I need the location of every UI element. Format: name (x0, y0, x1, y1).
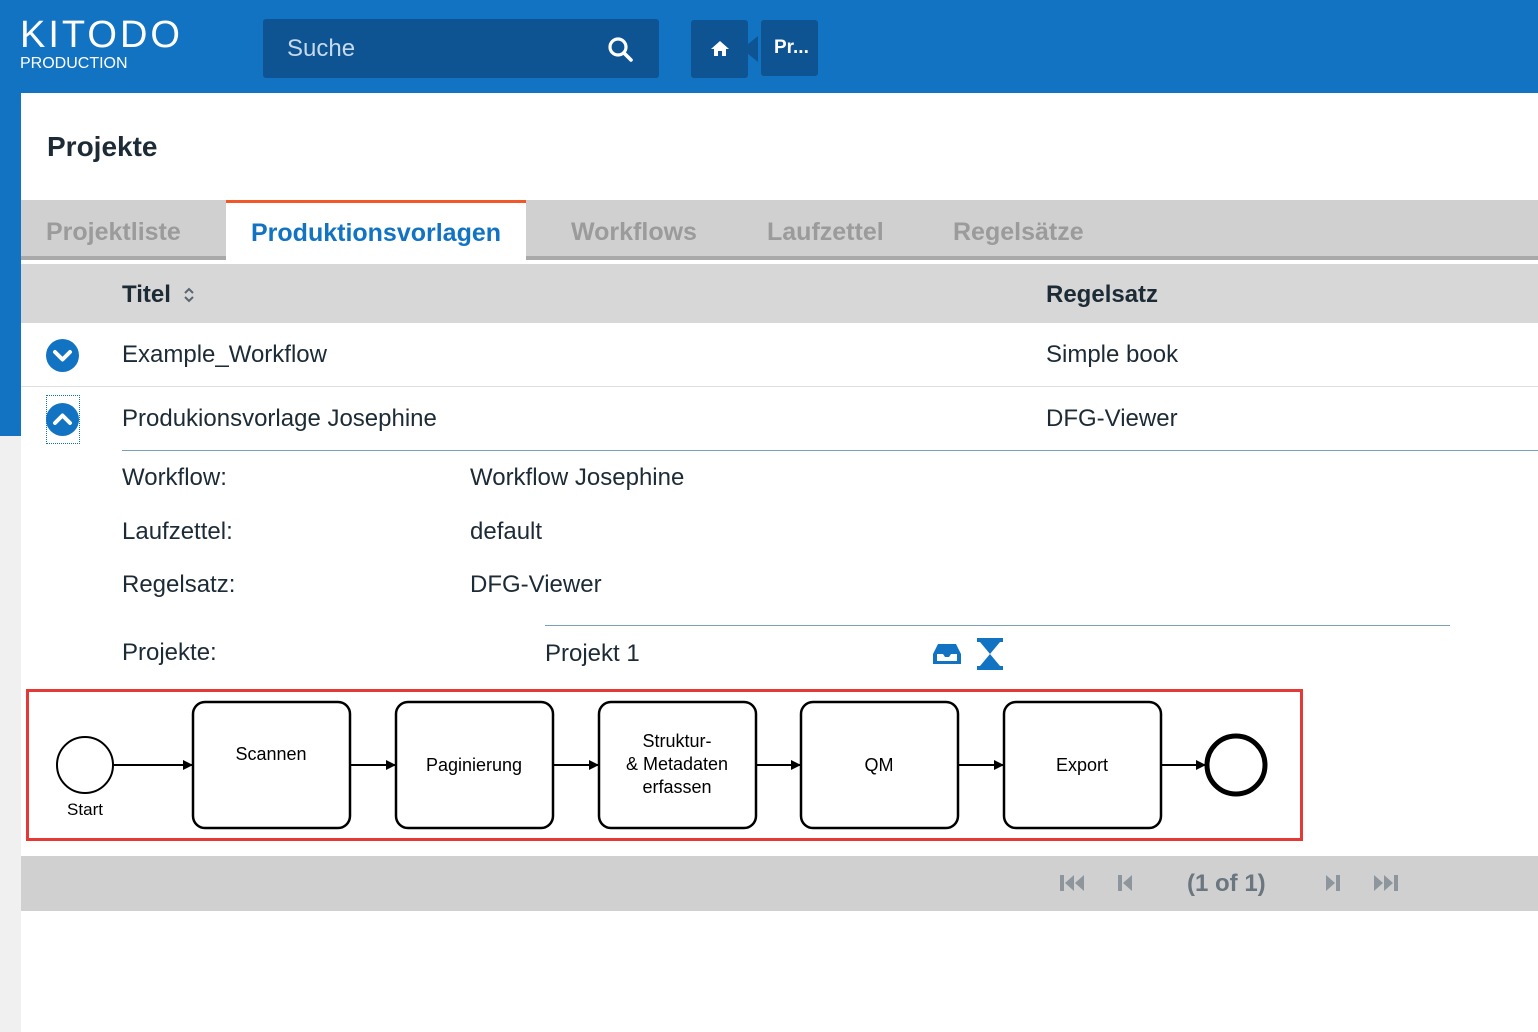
breadcrumb-current[interactable]: Pr... (761, 20, 818, 76)
main-panel: Projekte Projektliste Produktionsvorlage… (21, 93, 1538, 1032)
last-page-icon[interactable] (1373, 873, 1399, 893)
task-label: Paginierung (426, 755, 522, 775)
task-label-line: & Metadaten (626, 754, 728, 774)
side-accent (0, 93, 21, 436)
previous-page-icon[interactable] (1117, 873, 1135, 893)
logo-sub-text: PRODUCTION (20, 55, 128, 72)
task-label: Scannen (235, 744, 306, 764)
paginator: (1 of 1) (21, 856, 1538, 911)
top-header: KITODO PRODUCTION Pr... (0, 0, 1538, 93)
home-icon (711, 41, 729, 56)
end-event[interactable] (1204, 733, 1268, 797)
task-scannen[interactable] (191, 700, 352, 830)
app-logo[interactable]: KITODO PRODUCTION (20, 14, 183, 74)
task-label: Export (1056, 755, 1108, 775)
start-event[interactable] (56, 736, 114, 794)
task-label-line: erfassen (642, 777, 711, 797)
search-box (263, 19, 659, 78)
task-label: QM (865, 755, 894, 775)
search-icon[interactable] (607, 36, 633, 62)
breadcrumb-home-button[interactable] (691, 20, 748, 78)
next-page-icon[interactable] (1323, 873, 1341, 893)
search-input[interactable] (263, 19, 603, 78)
breadcrumb-separator (742, 36, 758, 62)
first-page-icon[interactable] (1059, 873, 1085, 893)
page-indicator: (1 of 1) (1187, 870, 1266, 897)
logo-main-text: KITODO (20, 14, 183, 56)
task-label-line: Struktur- (642, 731, 711, 751)
start-label: Start (67, 800, 103, 819)
